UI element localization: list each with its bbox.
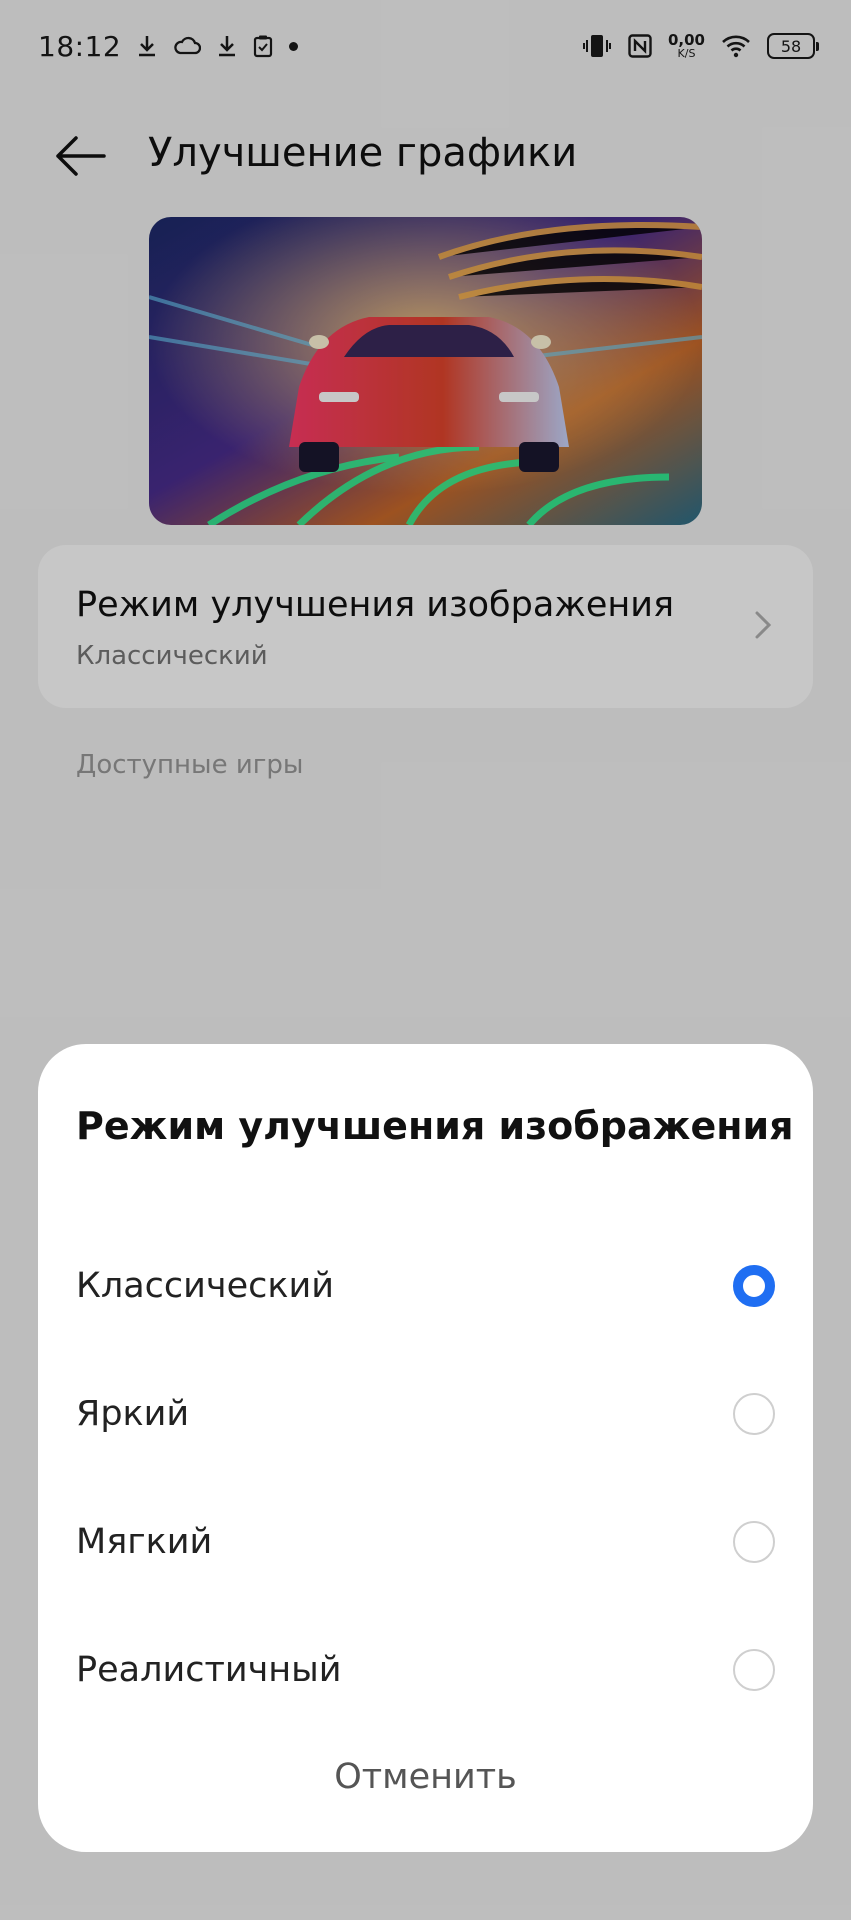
option-realistic[interactable]: Реалистичный <box>38 1606 813 1734</box>
cancel-button[interactable]: Отменить <box>38 1742 813 1812</box>
radio-button-checked[interactable] <box>733 1265 775 1307</box>
option-soft[interactable]: Мягкий <box>38 1478 813 1606</box>
option-label: Яркий <box>76 1394 190 1434</box>
option-label: Мягкий <box>76 1522 213 1562</box>
radio-button[interactable] <box>733 1521 775 1563</box>
option-label: Классический <box>76 1266 334 1306</box>
option-classic[interactable]: Классический <box>38 1222 813 1350</box>
option-bright[interactable]: Яркий <box>38 1350 813 1478</box>
option-label: Реалистичный <box>76 1650 342 1690</box>
radio-button[interactable] <box>733 1393 775 1435</box>
dialog-title: Режим улучшения изображения <box>76 1104 794 1148</box>
radio-button[interactable] <box>733 1649 775 1691</box>
mode-selection-dialog: Режим улучшения изображения Классический… <box>38 1044 813 1852</box>
